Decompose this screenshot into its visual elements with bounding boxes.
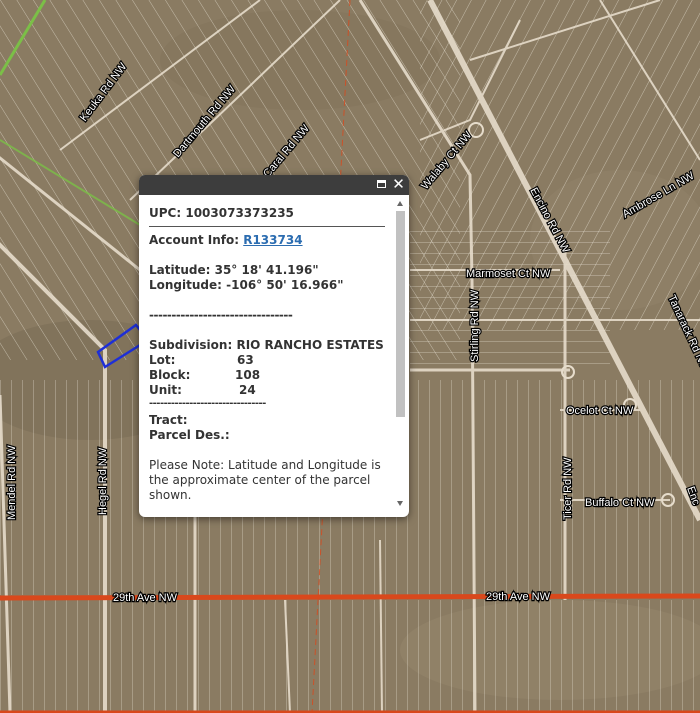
parcel-info-popup: ✕ UPC: 1003073373235 Account Info: R1337…: [139, 175, 409, 517]
subdivision-row: Subdivision: RIO RANCHO ESTATES: [149, 338, 385, 353]
subdivision-label: Subdivision:: [149, 338, 233, 352]
separator: --------------------------------: [149, 308, 293, 322]
popup-titlebar: ✕: [139, 175, 409, 195]
longitude-value: -106° 50' 16.966": [226, 278, 344, 292]
road-label: Mendel Rd NW: [6, 445, 18, 520]
scroll-up-icon[interactable]: [397, 201, 403, 206]
latitude-row: Latitude: 35° 18' 41.196": [149, 263, 385, 278]
note-text: Please Note: Latitude and Longitude is t…: [149, 458, 381, 502]
block-value: 108: [235, 368, 261, 382]
close-icon[interactable]: ✕: [391, 177, 406, 192]
road-label: Marmoset Ct NW: [466, 268, 551, 280]
tract-label: Tract:: [149, 413, 188, 427]
scroll-thumb[interactable]: [396, 211, 405, 417]
latitude-label: Latitude:: [149, 263, 211, 277]
road-label: Ticer Rd NW: [562, 457, 574, 520]
block-label: Block:: [149, 368, 191, 382]
upc-label: UPC:: [149, 206, 182, 220]
unit-label: Unit:: [149, 383, 182, 397]
upc-value: 1003073373235: [185, 206, 294, 220]
popup-scrollbar[interactable]: [395, 201, 407, 511]
popup-content: UPC: 1003073373235 Account Info: R133734…: [139, 195, 395, 511]
scroll-down-icon[interactable]: [397, 501, 403, 506]
longitude-row: Longitude: -106° 50' 16.966": [149, 278, 385, 293]
block-row: Block: 108: [149, 368, 385, 383]
road-label: Stirling Rd NW: [469, 289, 481, 362]
major-road-29th-ave: [0, 593, 700, 601]
maximize-icon[interactable]: [374, 177, 389, 192]
account-link[interactable]: R133734: [243, 233, 302, 247]
latitude-value: 35° 18' 41.196": [214, 263, 319, 277]
upc-row: UPC: 1003073373235: [149, 206, 385, 221]
road-label: Buffalo Ct NW: [585, 497, 655, 509]
divider: [149, 226, 385, 227]
parcel-desc-label: Parcel Des.:: [149, 428, 230, 442]
unit-value: 24: [239, 383, 256, 397]
lot-value: 63: [237, 353, 254, 367]
parcel-grid-mid-h: [410, 230, 610, 370]
road-label: Ocelot Ct NW: [566, 405, 634, 417]
lot-label: Lot:: [149, 353, 176, 367]
road-label: Hegel Rd NW: [97, 447, 109, 515]
account-row: Account Info: R133734: [149, 233, 385, 248]
separator: --------------------------------: [149, 398, 266, 409]
lot-row: Lot: 63: [149, 353, 385, 368]
road-label: 29th Ave NW: [113, 592, 178, 604]
account-label: Account Info:: [149, 233, 240, 247]
road-label: 29th Ave NW: [486, 591, 551, 603]
subdivision-value: RIO RANCHO ESTATES: [236, 338, 384, 352]
unit-row: Unit: 24: [149, 383, 385, 398]
longitude-label: Longitude:: [149, 278, 222, 292]
